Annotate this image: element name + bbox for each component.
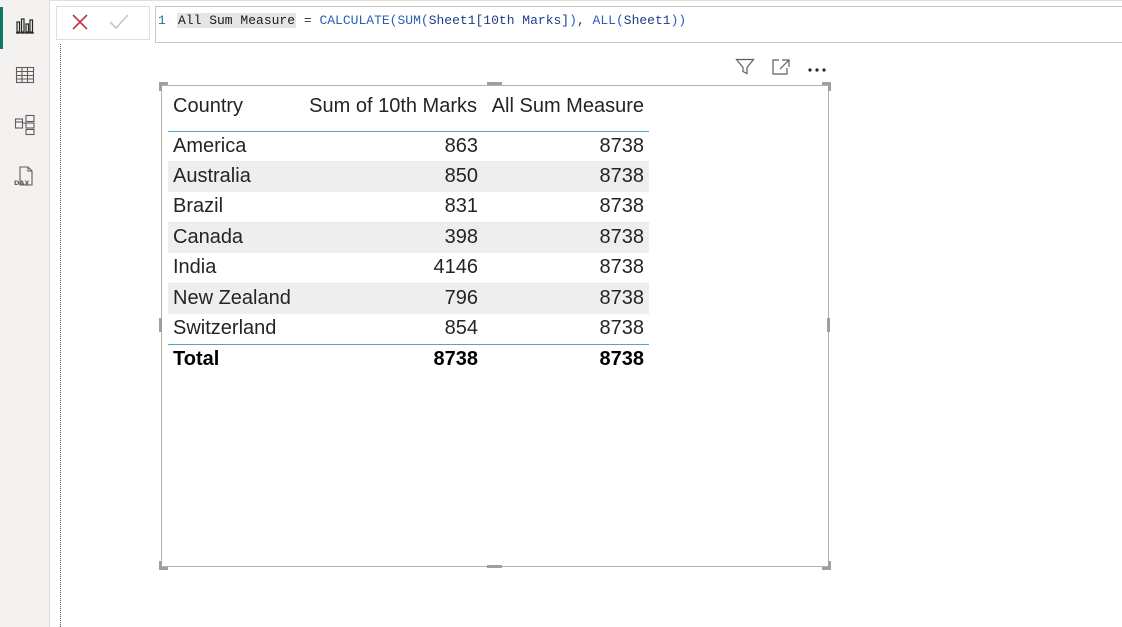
cell-country: Canada	[173, 226, 244, 248]
total-all: 8738	[599, 348, 645, 370]
table-header-row: Country Sum of 10th Marks All Sum Measur…	[168, 88, 649, 132]
table-row[interactable]: India 4146 8738	[168, 253, 649, 284]
close-icon	[71, 13, 89, 36]
cancel-formula-button[interactable]	[68, 13, 92, 35]
cell-sum: 796	[444, 287, 478, 309]
formula-editor[interactable]: 1 All Sum Measure = CALCULATE(SUM(Sheet1…	[155, 6, 1122, 43]
check-icon	[108, 13, 130, 36]
cell-country: India	[173, 256, 217, 278]
resize-handle-left[interactable]	[159, 318, 162, 332]
svg-text:DAX: DAX	[14, 179, 29, 187]
focus-mode-button[interactable]	[770, 58, 792, 80]
data-table: Country Sum of 10th Marks All Sum Measur…	[168, 88, 649, 375]
equals-token: =	[296, 13, 320, 28]
commit-formula-button[interactable]	[107, 13, 131, 35]
paren: (	[420, 13, 429, 28]
table-row[interactable]: Australia 850 8738	[168, 162, 649, 192]
filter-icon	[735, 58, 755, 81]
canvas-edge	[60, 44, 61, 627]
resize-handle-top-left[interactable]	[159, 82, 168, 91]
visual-header	[734, 58, 828, 80]
model-view-button[interactable]	[10, 110, 40, 140]
total-label: Total	[173, 348, 220, 370]
filter-button[interactable]	[734, 58, 756, 80]
cell-all: 8738	[599, 165, 645, 187]
table-ref-token: Sheet1	[623, 13, 671, 28]
resize-handle-bottom-right[interactable]	[822, 561, 831, 570]
resize-handle-top[interactable]	[487, 82, 502, 85]
table-total-row: Total 8738 8738	[168, 344, 649, 375]
cell-sum: 4146	[433, 256, 479, 278]
cell-all: 8738	[599, 256, 645, 278]
table-view-button[interactable]	[10, 60, 40, 90]
cell-country: Australia	[173, 165, 251, 187]
table-row[interactable]: Brazil 831 8738	[168, 192, 649, 223]
table-view-icon	[15, 66, 35, 84]
report-view-button[interactable]	[10, 10, 40, 40]
calculate-token: CALCULATE	[319, 13, 390, 28]
cell-country: America	[173, 135, 247, 157]
resize-handle-top-right[interactable]	[822, 82, 831, 91]
cell-sum: 850	[444, 165, 478, 187]
cell-sum: 863	[444, 135, 478, 157]
column-ref-token: Sheet1[10th Marks]	[428, 13, 570, 28]
cell-country: Switzerland	[173, 317, 277, 339]
all-token: ALL	[592, 13, 616, 28]
resize-handle-bottom-left[interactable]	[159, 561, 168, 570]
table-row[interactable]: America 863 8738	[168, 132, 649, 162]
cell-country: New Zealand	[173, 287, 291, 309]
view-rail: DAX	[0, 0, 50, 627]
model-view-icon	[14, 114, 36, 136]
column-header-country[interactable]: Country	[173, 95, 243, 118]
column-header-sum-of-10th-marks[interactable]: Sum of 10th Marks	[309, 95, 477, 118]
formula-bar-top-border	[50, 0, 1122, 1]
cell-all: 8738	[599, 226, 645, 248]
paren: )	[569, 13, 577, 28]
sum-token: SUM	[397, 13, 421, 28]
dax-query-view-icon: DAX	[13, 165, 37, 189]
formula-bar-actions	[56, 6, 150, 40]
cell-all: 8738	[599, 287, 645, 309]
active-view-indicator	[0, 7, 3, 49]
cell-all: 8738	[599, 195, 645, 217]
cell-all: 8738	[599, 317, 645, 339]
cell-all: 8738	[599, 135, 645, 157]
table-row[interactable]: Canada 398 8738	[168, 223, 649, 253]
more-options-icon	[807, 60, 827, 78]
more-options-button[interactable]	[806, 58, 828, 80]
cell-sum: 398	[444, 226, 478, 248]
paren: (	[615, 13, 624, 28]
total-sum: 8738	[433, 348, 479, 370]
cell-sum: 831	[444, 195, 478, 217]
line-number: 1	[158, 13, 166, 28]
comma: ,	[576, 13, 593, 28]
resize-handle-bottom[interactable]	[487, 565, 502, 568]
resize-handle-right[interactable]	[827, 318, 830, 332]
column-header-all-sum-measure[interactable]: All Sum Measure	[492, 95, 644, 118]
formula-text: All Sum Measure = CALCULATE(SUM(Sheet1[1…	[177, 12, 686, 30]
cell-country: Brazil	[173, 195, 224, 217]
cell-sum: 854	[444, 317, 478, 339]
table-row[interactable]: Switzerland 854 8738	[168, 314, 649, 344]
measure-name: All Sum Measure	[177, 13, 297, 28]
paren: ))	[670, 13, 687, 28]
focus-mode-icon	[771, 58, 791, 81]
dax-query-view-button[interactable]: DAX	[10, 162, 40, 192]
report-view-icon	[15, 16, 35, 34]
table-row[interactable]: New Zealand 796 8738	[168, 284, 649, 314]
